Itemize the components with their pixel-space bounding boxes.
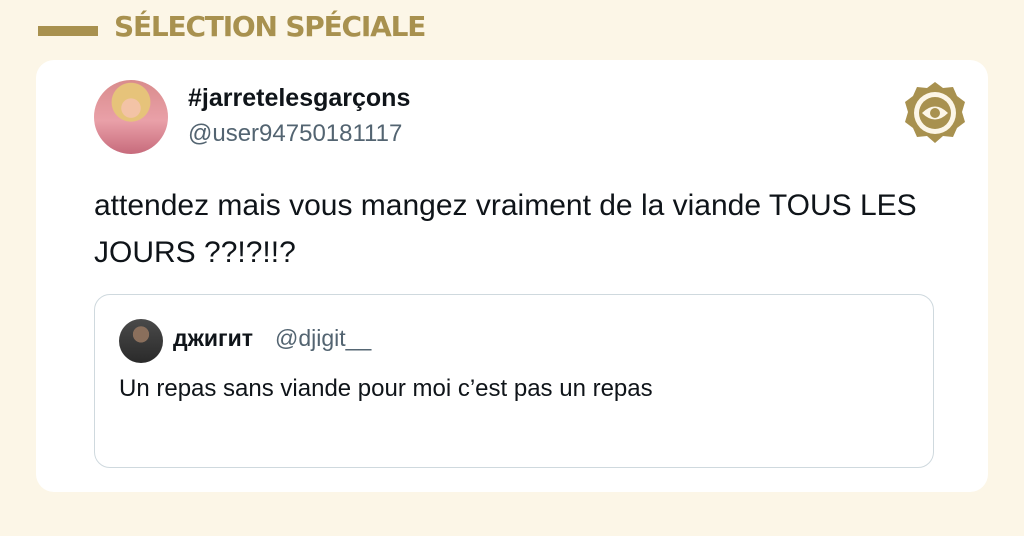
display-name[interactable]: #jarretelesgarçons — [188, 84, 410, 113]
avatar[interactable] — [94, 80, 168, 154]
quoted-user-handle[interactable]: @djigit__ — [275, 325, 371, 352]
section-title: SÉLECTION SPÉCIALE — [114, 10, 426, 43]
quoted-display-name[interactable]: джигит — [173, 325, 253, 352]
quoted-avatar[interactable] — [119, 319, 163, 363]
quoted-tweet[interactable]: джигит @djigit__ Un repas sans viande po… — [94, 294, 934, 468]
quoted-tweet-text: Un repas sans viande pour moi c’est pas … — [119, 375, 653, 402]
tweet-card: #jarretelesgarçons @user94750181117 atte… — [36, 60, 988, 492]
brand-badge-icon — [902, 80, 968, 146]
tweet-text: attendez mais vous mangez vraiment de la… — [94, 189, 917, 269]
user-handle[interactable]: @user94750181117 — [188, 120, 402, 148]
header-accent-bar — [38, 26, 98, 36]
